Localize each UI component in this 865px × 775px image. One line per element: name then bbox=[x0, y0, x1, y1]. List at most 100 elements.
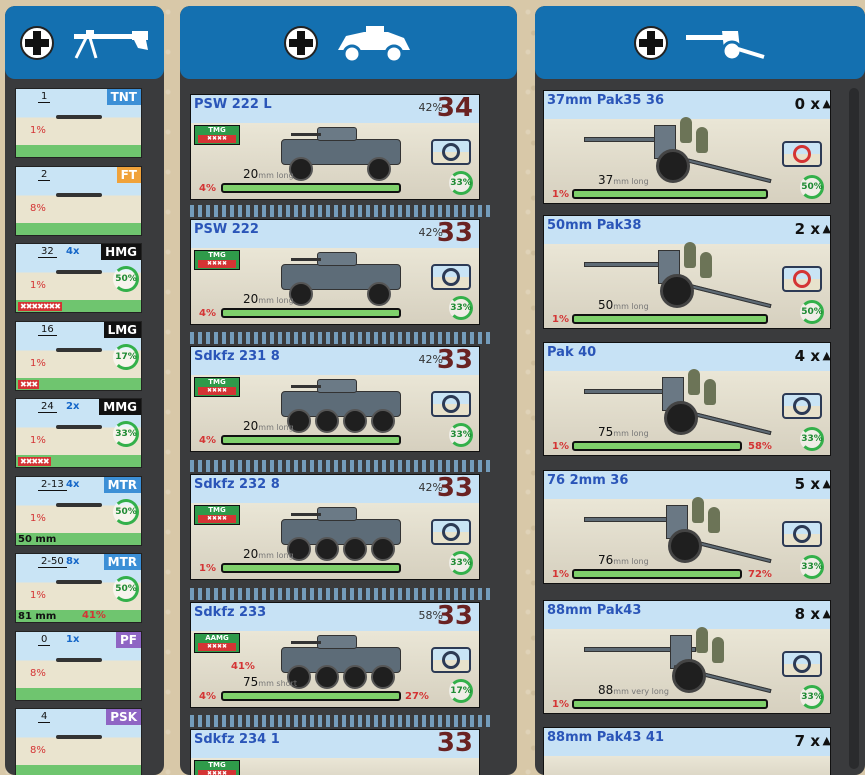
infantry-weapon-card[interactable]: 2 FT 8% bbox=[15, 165, 142, 236]
infantry-card-list[interactable]: 1 TNT 1% 2 FT 8% 32 4x HMG 1% ✖✖✖✖✖✖✖ 50% 16 LMG 1% ✖✖✖… bbox=[5, 84, 164, 775]
unit-name: PSW 222 L bbox=[194, 97, 272, 112]
medium-machine-gun-icon bbox=[56, 425, 102, 429]
target-icon[interactable] bbox=[431, 264, 471, 290]
unit-name: Pak 40 bbox=[547, 345, 597, 360]
unit-name: 88mm Pak43 41 bbox=[547, 730, 665, 745]
infantry-weapon-card[interactable]: 24 2x MMG 1% ✖✖✖✖✖ 33% bbox=[15, 398, 142, 468]
unit-quantity: 4 x bbox=[794, 347, 820, 365]
at-gun-card[interactable]: 76 2mm 36 5 x ▲ 1% 76mm long 72% 33% bbox=[543, 470, 831, 584]
target-ring bbox=[442, 523, 460, 541]
range-label: 4 bbox=[38, 711, 51, 723]
wheel bbox=[315, 665, 339, 689]
accuracy-ring: 33% bbox=[800, 685, 824, 709]
infantry-weapon-card[interactable]: 4 PSK 8% bbox=[15, 708, 142, 775]
lock-icon: ▲ bbox=[822, 607, 831, 620]
kill-markers: ✖✖✖✖ bbox=[198, 643, 236, 651]
weapon-type-tag: HMG bbox=[101, 244, 141, 260]
vehicle-card[interactable]: PSW 222 L 34 42% TMG ✖✖✖✖ 4% 20mm long 33% bbox=[190, 94, 480, 200]
target-ring bbox=[442, 651, 460, 669]
target-ring bbox=[793, 270, 811, 288]
lock-icon: ▲ bbox=[822, 97, 831, 110]
at-gun-scrollbar[interactable] bbox=[849, 88, 859, 769]
weapon-badge: AAMG ✖✖✖✖ bbox=[194, 633, 240, 653]
target-icon[interactable] bbox=[431, 647, 471, 673]
hit-chance-label: 1% bbox=[552, 699, 569, 710]
infantry-weapon-card[interactable]: 32 4x HMG 1% ✖✖✖✖✖✖✖ 50% bbox=[15, 243, 142, 313]
light-machine-gun-icon bbox=[56, 347, 102, 352]
at-gun-card[interactable]: 37mm Pak35 36 0 x ▲ 1% 37mm long 50% bbox=[543, 90, 831, 204]
at-gun-image bbox=[564, 491, 774, 571]
target-icon[interactable] bbox=[782, 651, 822, 677]
hit-chance-label: 4% bbox=[199, 691, 216, 702]
weapon-type-tag: MMG bbox=[99, 399, 141, 415]
range-label: 2-50 bbox=[38, 556, 67, 568]
at-gun-card-list[interactable]: 37mm Pak35 36 0 x ▲ 1% 37mm long 50% 50mm Pak3… bbox=[535, 84, 847, 775]
vehicle-card-list[interactable]: PSW 222 L 34 42% TMG ✖✖✖✖ 4% 20mm long 33% PSW 2… bbox=[180, 84, 517, 775]
gun-wheel bbox=[668, 529, 702, 563]
caliber-label: 88mm very long bbox=[598, 683, 669, 697]
range-bar bbox=[221, 691, 401, 701]
caliber-unit: mm long bbox=[258, 296, 294, 305]
at-gun-image bbox=[564, 363, 774, 443]
caliber-unit: mm long bbox=[258, 171, 294, 180]
secondary-chance-label: 58% bbox=[748, 441, 772, 452]
infantry-panel-header[interactable] bbox=[5, 6, 164, 79]
weapon-badge-label: TMG bbox=[208, 378, 226, 386]
caliber-number: 20 bbox=[243, 167, 259, 181]
vehicle-panel-header[interactable] bbox=[180, 6, 517, 79]
vehicle-card[interactable]: Sdkfz 232 8 33 42% TMG ✖✖✖✖ 1% 20mm long 33% bbox=[190, 474, 480, 580]
infantry-weapon-card[interactable]: 2-13 4x MTR 1% 50 mm 50% bbox=[15, 475, 142, 546]
turret bbox=[317, 127, 357, 141]
weapon-badge: TMG ✖✖✖✖ bbox=[194, 125, 240, 145]
hit-chance-label: 1% bbox=[30, 512, 46, 524]
at-gun-card[interactable]: Pak 40 4 x ▲ 1% 75mm long 58% 33% bbox=[543, 342, 831, 456]
vehicle-card[interactable]: PSW 222 33 42% TMG ✖✖✖✖ 4% 20mm long 33% bbox=[190, 219, 480, 325]
range-label: 1 bbox=[38, 91, 51, 103]
wheel bbox=[343, 409, 367, 433]
target-icon[interactable] bbox=[431, 391, 471, 417]
crew-figure bbox=[696, 627, 708, 653]
weapon-type-tag: MTR bbox=[103, 554, 141, 570]
turret bbox=[317, 252, 357, 266]
infantry-weapon-card[interactable]: 0 1x PF 8% bbox=[15, 630, 142, 701]
at-gun-card[interactable]: 88mm Pak43 41 7 x ▲ bbox=[543, 727, 831, 775]
vehicle-card[interactable]: Sdkfz 233 33 58% AAMG ✖✖✖✖ 4% 75mm short 27% 41%… bbox=[190, 602, 480, 708]
caliber-label: 20mm long bbox=[243, 419, 294, 433]
caliber-label: 20mm long bbox=[243, 292, 294, 306]
target-icon[interactable] bbox=[431, 519, 471, 545]
at-gun-card[interactable]: 50mm Pak38 2 x ▲ 1% 50mm long 50% bbox=[543, 215, 831, 329]
at-gun-card[interactable]: 88mm Pak43 8 x ▲ 1% 88mm very long 33% bbox=[543, 600, 831, 714]
range-bar bbox=[221, 563, 401, 573]
secondary-chance-label: 72% bbox=[748, 569, 772, 580]
wheel bbox=[315, 409, 339, 433]
hit-chance-label: 8% bbox=[30, 202, 46, 214]
at-gun-panel-header[interactable] bbox=[535, 6, 865, 79]
vehicle-card[interactable]: Sdkfz 234 1 33 TMG ✖✖✖✖ bbox=[190, 729, 480, 775]
caliber-number: 20 bbox=[243, 419, 259, 433]
range-bar bbox=[221, 435, 401, 445]
range-label: 24 bbox=[38, 401, 57, 413]
crew-figure bbox=[696, 127, 708, 153]
range-bar bbox=[572, 699, 768, 709]
infantry-weapon-card[interactable]: 16 LMG 1% ✖✖✖ 17% bbox=[15, 320, 142, 391]
range-label: 0 bbox=[38, 634, 51, 646]
armor-percentage: 42% bbox=[418, 226, 443, 239]
caliber-unit: mm short bbox=[258, 679, 297, 688]
unit-quantity: 5 x bbox=[794, 475, 820, 493]
panzerschreck-icon bbox=[56, 735, 102, 739]
weapon-type-tag: TNT bbox=[106, 89, 141, 105]
target-icon[interactable] bbox=[782, 266, 822, 292]
target-icon[interactable] bbox=[782, 393, 822, 419]
infantry-weapon-card[interactable]: 1 TNT 1% bbox=[15, 88, 142, 158]
target-icon[interactable] bbox=[431, 139, 471, 165]
weapon-type-tag: MTR bbox=[103, 476, 141, 493]
multiplier-label: 4x bbox=[66, 478, 80, 490]
hit-chance-label: 1% bbox=[552, 189, 569, 200]
accuracy-ring: 50% bbox=[113, 576, 139, 602]
vehicle-card[interactable]: Sdkfz 231 8 33 42% TMG ✖✖✖✖ 4% 20mm long 33% bbox=[190, 346, 480, 452]
infantry-weapon-card[interactable]: 2-50 8x MTR 1% 81 mm 50% 41% bbox=[15, 553, 142, 623]
target-icon[interactable] bbox=[782, 141, 822, 167]
target-icon[interactable] bbox=[782, 521, 822, 547]
hit-chance-label: 4% bbox=[199, 435, 216, 446]
accuracy-ring: 33% bbox=[800, 555, 824, 579]
